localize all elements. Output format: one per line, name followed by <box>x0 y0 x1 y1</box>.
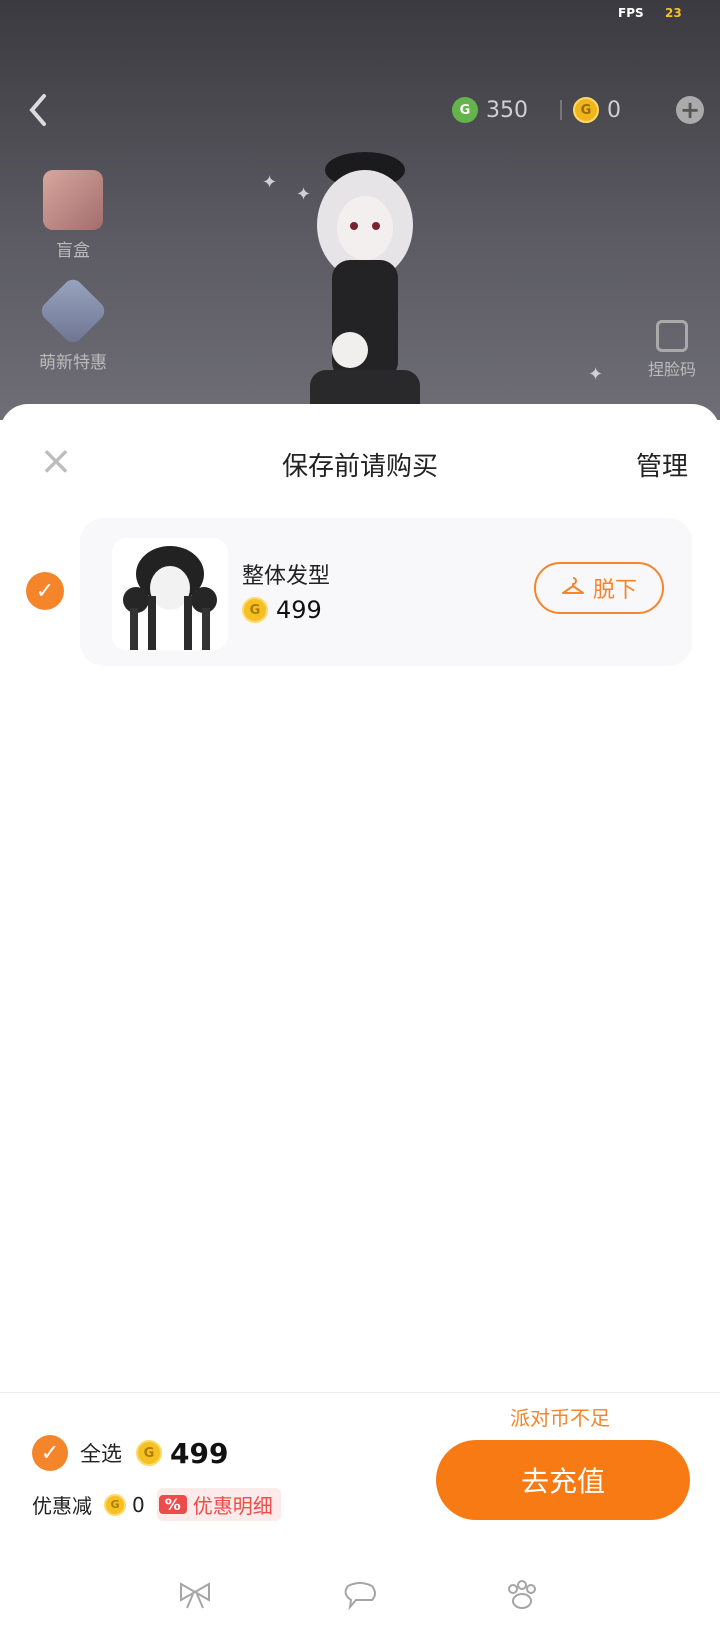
g-coin-gold-icon: G <box>242 597 268 623</box>
g-coin-gold-icon: G <box>136 1440 162 1466</box>
recharge-button[interactable]: 去充值 <box>436 1440 690 1520</box>
g-coin-gold-icon: G <box>104 1493 126 1516</box>
item-thumbnail <box>112 538 228 650</box>
fps-value: 23 <box>665 6 682 20</box>
take-off-label: 脱下 <box>592 578 637 603</box>
take-off-button[interactable]: 脱下 <box>534 562 664 614</box>
discount-value: 0 <box>132 1492 145 1517</box>
sparkle-icon: ✦ <box>588 364 604 385</box>
discount-detail-label: 优惠明细 <box>192 1494 273 1518</box>
gift-box-icon <box>43 170 103 230</box>
select-all-checkbox[interactable]: ✓ <box>32 1435 68 1471</box>
hanger-icon <box>561 576 585 601</box>
discount-detail-button[interactable]: % 优惠明细 <box>156 1488 281 1521</box>
check-icon: ✓ <box>40 1440 60 1466</box>
list-item: 整体发型 G 499 脱下 <box>80 518 692 666</box>
face-code-button[interactable]: 捏脸码 <box>636 320 708 380</box>
g-coin-green-icon: G <box>452 97 478 123</box>
item-price: G 499 <box>242 596 322 624</box>
side-item-label: 萌新特惠 <box>39 353 107 373</box>
select-all-row: ✓ 全选 G 499 <box>32 1435 228 1471</box>
sparkle-icon: ✦ <box>262 172 278 193</box>
percent-ticket-icon: % <box>158 1495 187 1514</box>
fps-label: FPS <box>618 6 644 20</box>
paw-icon[interactable] <box>502 1580 542 1616</box>
currency-gold: G 0 <box>573 92 621 128</box>
chevron-left-icon[interactable] <box>22 88 56 132</box>
edit-face-icon <box>656 320 688 352</box>
discount-row: 优惠减 G 0 % 优惠明细 <box>32 1488 281 1521</box>
scene-background: FPS 23 G 350 G 0 + 盲盒 萌新特惠 ✦ ✦ ✦ 捏脸码 <box>0 0 720 420</box>
face-code-label: 捏脸码 <box>647 360 696 379</box>
select-all-label: 全选 <box>80 1442 122 1466</box>
item-price-value: 499 <box>276 596 322 624</box>
plus-circle-icon[interactable]: + <box>676 96 704 124</box>
insufficient-coins-warning: 派对币不足 <box>510 1406 610 1430</box>
g-coin-gold-icon: G <box>573 97 599 123</box>
currency-gold-value: 0 <box>607 97 621 123</box>
item-checkbox[interactable]: ✓ <box>26 572 64 610</box>
check-icon: ✓ <box>35 578 55 604</box>
manage-button[interactable]: 管理 <box>636 446 688 483</box>
footer-divider <box>0 1392 720 1393</box>
currency-green-value: 350 <box>486 97 528 123</box>
cloud-speech-icon[interactable] <box>340 1580 380 1616</box>
currency-green: G 350 <box>452 92 528 128</box>
avatar-character[interactable] <box>290 150 440 420</box>
bow-icon[interactable] <box>175 1580 215 1616</box>
side-item-newbie-offer[interactable]: 萌新特惠 <box>28 275 118 373</box>
currency-divider <box>560 100 562 120</box>
total-price: 499 <box>170 1436 229 1470</box>
side-item-blind-box[interactable]: 盲盒 <box>28 170 118 261</box>
sheet-title: 保存前请购买 <box>281 452 438 482</box>
card-pack-icon <box>37 275 109 347</box>
side-item-label: 盲盒 <box>56 241 90 261</box>
item-name: 整体发型 <box>242 564 331 589</box>
discount-label: 优惠减 <box>32 1494 92 1518</box>
